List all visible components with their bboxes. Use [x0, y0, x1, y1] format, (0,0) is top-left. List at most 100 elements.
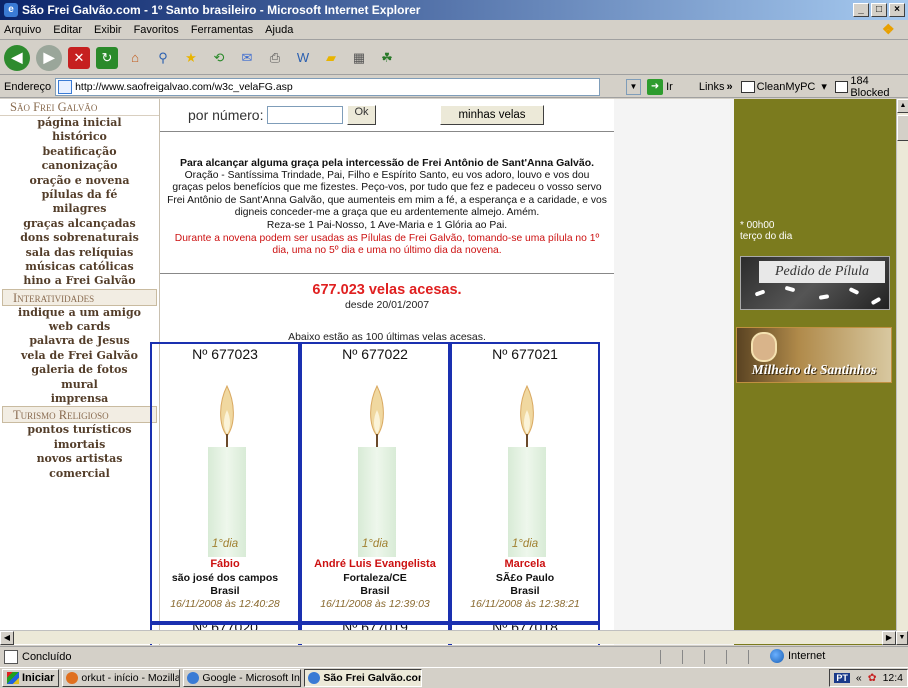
my-candles-button[interactable]: minhas velas — [440, 105, 544, 125]
prayer-note: Durante a novena podem ser usadas as Píl… — [174, 232, 600, 244]
refresh-icon[interactable]: ↻ — [96, 46, 118, 69]
scroll-down-icon[interactable]: ▼ — [896, 631, 908, 645]
favorites-icon[interactable]: ★ — [180, 47, 202, 69]
forward-icon[interactable]: ▶ — [36, 44, 62, 71]
nav-pagina-inicial[interactable]: página inicial — [0, 116, 159, 130]
wick — [376, 434, 378, 448]
candle-name: André Luis Evangelista — [314, 558, 436, 570]
ie-icon — [187, 672, 200, 684]
task-google-ie[interactable]: Google - Microsoft Intern... — [183, 669, 302, 687]
candle-card[interactable]: Nº 677021 1°dia Marcela SÃ£o Paulo Brasi… — [450, 342, 600, 623]
cleanmypc-icon — [740, 80, 755, 93]
popup-blocked-label: 184 Blocked — [850, 74, 890, 99]
folder-icon[interactable]: ▰ — [320, 47, 342, 69]
nav-novos-artistas[interactable]: novos artistas — [0, 452, 159, 466]
maximize-button[interactable]: □ — [871, 3, 887, 17]
links-chevron-icon[interactable]: » — [727, 81, 733, 93]
home-icon[interactable]: ⌂ — [124, 47, 146, 69]
number-input[interactable] — [267, 106, 344, 124]
nav-group-1: página inicial histórico beatificação ca… — [0, 116, 159, 289]
cleanmypc-button[interactable]: CleanMyPC ▾ — [740, 80, 827, 93]
menu-ferramentas[interactable]: Ferramentas — [191, 24, 253, 36]
nav-imprensa[interactable]: imprensa — [0, 392, 159, 406]
candle-number: Nº 677022 — [342, 346, 408, 362]
nav-sala-reliquias[interactable]: sala das relíquias — [0, 246, 159, 260]
horizontal-scrollbar[interactable]: ◀ ▶ — [0, 630, 896, 645]
go-label: Ir — [666, 80, 673, 93]
nav-oracao-novena[interactable]: oração e novena — [0, 174, 159, 188]
milheiro-santinhos-banner[interactable]: Milheiro de Santinhos — [736, 327, 892, 383]
nav-canonizacao[interactable]: canonização — [0, 159, 159, 173]
menu-ajuda[interactable]: Ajuda — [265, 24, 293, 36]
windows-flag-icon — [7, 672, 19, 684]
history-icon[interactable]: ⟲ — [208, 47, 230, 69]
task-label: São Frei Galvão.com -... — [323, 672, 423, 684]
cleanmypc-dropdown-icon[interactable]: ▾ — [821, 80, 827, 93]
nav-hino[interactable]: hino a Frei Galvão — [0, 274, 159, 288]
vertical-scrollbar[interactable]: ▲ ▼ — [896, 99, 908, 645]
nav-imortais[interactable]: imortais — [0, 438, 159, 452]
edit-icon[interactable]: W — [292, 47, 314, 69]
address-dropdown-icon[interactable]: ▼ — [625, 78, 642, 95]
candle-card[interactable]: Nº 677022 1°dia André Luis Evangelista F… — [300, 342, 450, 623]
nav-indique-amigo[interactable]: indique a um amigo — [0, 306, 159, 320]
nav-web-cards[interactable]: web cards — [0, 320, 159, 334]
nav-comercial[interactable]: comercial — [0, 467, 159, 481]
research-icon[interactable]: ▦ — [348, 47, 370, 69]
stop-icon[interactable]: ✕ — [68, 46, 90, 69]
tray-expand-icon[interactable]: « — [856, 672, 862, 684]
since-date: desde 20/01/2007 — [344, 299, 430, 311]
messenger-icon[interactable]: ☘ — [376, 47, 398, 69]
menu-exibir[interactable]: Exibir — [94, 24, 122, 36]
task-firefox[interactable]: orkut - início - Mozilla Fire... — [62, 669, 181, 687]
window-title-bar[interactable]: e São Frei Galvão.com - 1º Santo brasile… — [0, 0, 908, 20]
section-interatividades: Interatividades — [2, 288, 157, 306]
nav-mural[interactable]: mural — [0, 378, 159, 392]
menu-favoritos[interactable]: Favoritos — [134, 24, 179, 36]
candle-city: Fortaleza/CE — [343, 572, 407, 584]
nav-musicas-catolicas[interactable]: músicas católicas — [0, 260, 159, 274]
nav-dons-sobrenaturais[interactable]: dons sobrenaturais — [0, 231, 159, 245]
menu-bar: Arquivo Editar Exibir Favoritos Ferramen… — [0, 20, 908, 40]
page-viewport: São Frei Galvão página inicial histórico… — [0, 99, 908, 645]
scroll-right-icon[interactable]: ▶ — [882, 631, 896, 645]
nav-pontos-turisticos[interactable]: pontos turísticos — [0, 423, 159, 437]
minimize-button[interactable]: _ — [853, 3, 869, 17]
back-icon[interactable]: ◀ — [4, 44, 30, 71]
rosary-time[interactable]: * 00h00 terço do dia — [740, 220, 792, 242]
nav-historico[interactable]: histórico — [0, 130, 159, 144]
scroll-thumb[interactable] — [897, 115, 908, 141]
prayer-line: digneis conceder-me a graça que eu arden… — [234, 207, 540, 219]
scroll-up-icon[interactable]: ▲ — [897, 99, 908, 113]
nav-palavra-jesus[interactable]: palavra de Jesus — [0, 334, 159, 348]
task-saofreigalvao[interactable]: São Frei Galvão.com -... — [304, 669, 423, 687]
tray-app-icon[interactable]: ✿ — [868, 672, 877, 684]
go-button[interactable]: ➜ Ir — [647, 78, 673, 95]
language-indicator[interactable]: PT — [834, 673, 850, 683]
nav-pilulas-da-fe[interactable]: pílulas da fé — [0, 188, 159, 202]
close-button[interactable]: × — [889, 3, 905, 17]
candle-city: SÃ£o Paulo — [495, 572, 555, 584]
mail-icon[interactable]: ✉ — [236, 47, 258, 69]
print-icon[interactable]: ⎙ — [264, 47, 286, 69]
task-label: orkut - início - Mozilla Fire... — [81, 672, 181, 684]
candle-day: 1°dia — [361, 538, 389, 550]
nav-milagres[interactable]: milagres — [0, 202, 159, 216]
start-button[interactable]: Iniciar — [2, 669, 60, 687]
links-button[interactable]: Links — [699, 81, 725, 93]
menu-arquivo[interactable]: Arquivo — [4, 24, 41, 36]
pedido-pilula-banner[interactable]: Pedido de Pílula — [740, 256, 890, 310]
address-input[interactable]: http://www.saofreigalvao.com/w3c_velaFG.… — [55, 77, 600, 96]
ok-button[interactable]: Ok — [347, 105, 376, 125]
nav-vela-frei-galvao[interactable]: vela de Frei Galvão — [0, 349, 159, 363]
nav-beatificacao[interactable]: beatificação — [0, 145, 159, 159]
nav-galeria-fotos[interactable]: galeria de fotos — [0, 363, 159, 377]
nav-gracas-alcancadas[interactable]: graças alcançadas — [0, 217, 159, 231]
candle-card[interactable]: Nº 677023 1°dia Fábio são josé dos campo… — [150, 342, 300, 623]
search-icon[interactable]: ⚲ — [152, 47, 174, 69]
popup-blocked-button[interactable]: 184 Blocked — [834, 74, 908, 99]
status-bar: Concluído Internet — [0, 646, 908, 666]
scroll-left-icon[interactable]: ◀ — [0, 631, 14, 645]
pill-icon — [754, 289, 766, 297]
menu-editar[interactable]: Editar — [53, 24, 82, 36]
